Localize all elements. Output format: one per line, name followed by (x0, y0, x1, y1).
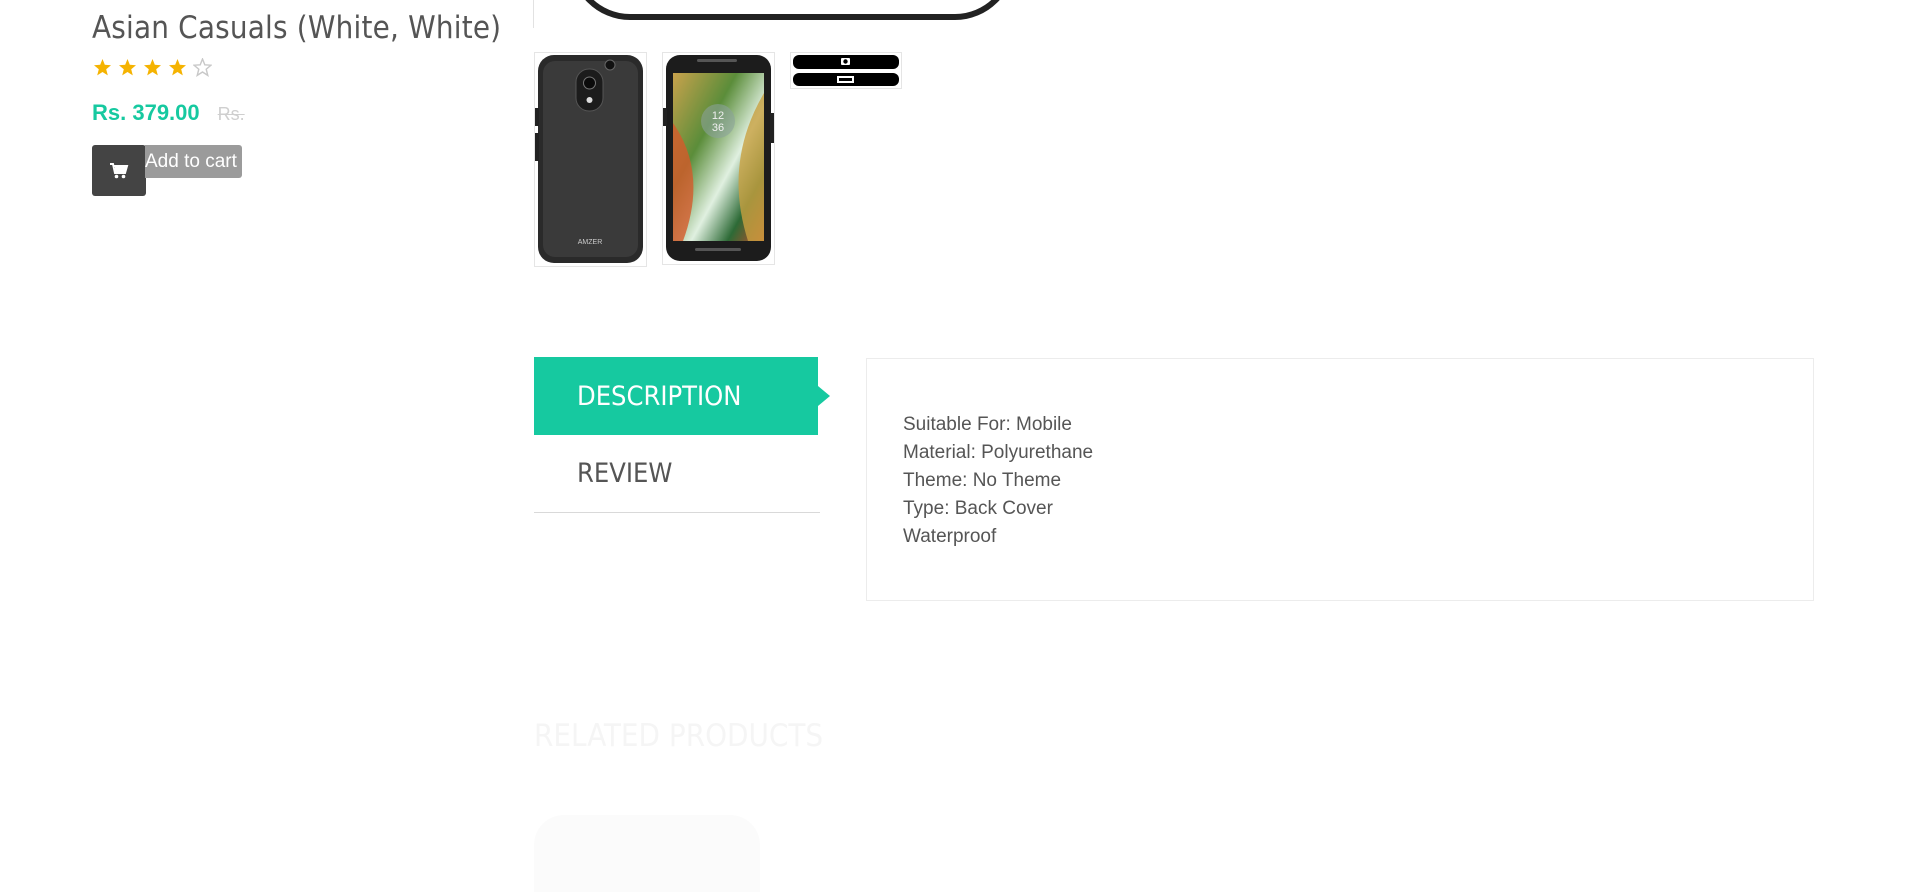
description-line: Suitable For: Mobile (903, 414, 1072, 435)
star-filled-icon (169, 59, 186, 76)
related-products-title: Related Products (534, 718, 824, 754)
product-title: Asian Casuals (White, White) (92, 10, 502, 46)
old-price: Rs. (217, 104, 245, 124)
screen-clock-minute: 36 (712, 122, 724, 134)
rating-stars (93, 58, 212, 77)
description-line: Type: Back Cover (903, 498, 1053, 519)
screen-clock-hour: 12 (712, 110, 724, 122)
add-to-cart-label[interactable]: Add to cart (145, 145, 242, 178)
star-filled-icon (94, 59, 111, 76)
thumbnail-phone-case-edges[interactable] (790, 52, 902, 89)
thumbnail-phone-case-back[interactable]: AMZER (534, 52, 647, 267)
star-filled-icon (119, 59, 136, 76)
cart-icon-container[interactable] (92, 145, 146, 196)
shopping-cart-icon (110, 162, 129, 178)
related-product-card[interactable] (534, 815, 760, 892)
phone-case-back-image: AMZER (535, 55, 643, 263)
product-tabs: Description Review (534, 357, 830, 513)
price-row: Rs. 379.00 Rs. (92, 100, 245, 126)
thumbnail-phone-front[interactable]: 12 36 (662, 52, 775, 265)
phone-front-image: 12 36 (663, 55, 774, 261)
add-to-cart-button[interactable]: Add to cart (92, 145, 242, 197)
star-filled-icon (144, 59, 161, 76)
brand-mark: AMZER (578, 239, 603, 246)
product-page: Asian Casuals (White, White) Rs. 379.00 … (0, 0, 1920, 892)
star-empty-icon (193, 58, 212, 77)
description-panel: Suitable For: Mobile Material: Polyureth… (866, 358, 1814, 601)
phone-case-edges-image (793, 55, 899, 86)
main-image-border (533, 0, 534, 28)
description-line: Theme: No Theme (903, 470, 1062, 491)
description-line: Material: Polyurethane (903, 442, 1094, 463)
current-price: Rs. 379.00 (92, 100, 200, 125)
tab-review[interactable]: Review (534, 435, 820, 513)
description-line: Waterproof (903, 526, 997, 547)
tab-description[interactable]: Description (534, 357, 830, 435)
main-product-image (570, 0, 1015, 20)
